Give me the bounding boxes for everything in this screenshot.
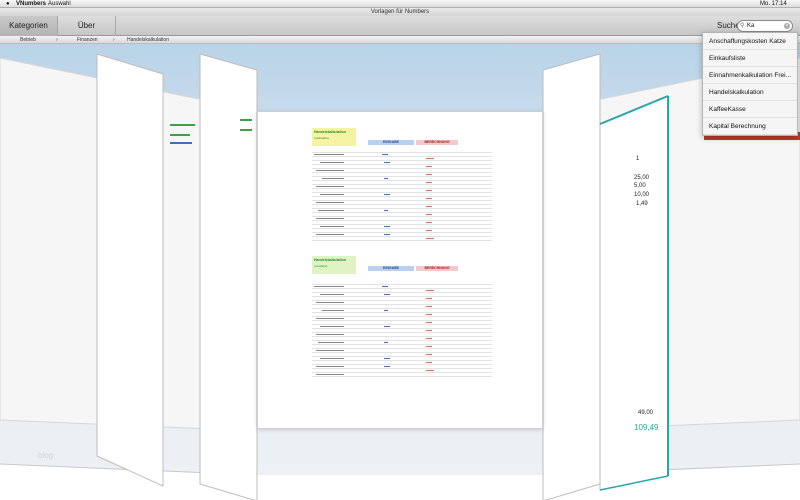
search-result-item[interactable]: Kapital Berechnung [703, 118, 797, 135]
table-rows-2 [312, 284, 492, 377]
search-result-item[interactable]: Einkaufsliste [703, 50, 797, 67]
breadcrumb-handelskalkulation[interactable]: Handelskalkulation [127, 36, 169, 44]
breadcrumb-finanzen[interactable]: Finanzen [77, 36, 98, 44]
title-box-1: Handelskalkulation (rückwärts) [312, 128, 356, 146]
subtitle-1: (rückwärts) [314, 136, 329, 140]
column-calc-header: BERECHNUNG [416, 140, 458, 145]
breadcrumb-separator: › [113, 37, 115, 43]
total-b: 109,49 [634, 423, 659, 432]
clock: Mo. 17:14 [760, 1, 787, 7]
menu-app-name[interactable]: VNumbers [16, 0, 46, 8]
table-rows-1 [312, 152, 492, 241]
value-2: 5,00 [634, 183, 646, 189]
breadcrumb-separator: › [56, 37, 58, 43]
search-result-item[interactable]: Einnahmenkalkulation Frei... [703, 67, 797, 84]
clear-search-icon[interactable]: × [784, 23, 790, 29]
search-value: Ka [747, 23, 755, 29]
value-3: 10,00 [634, 192, 650, 198]
value-1: 25,00 [634, 175, 650, 181]
menu-auswahl[interactable]: Auswahl [48, 0, 71, 8]
search-input[interactable]: ⚲ Ka × [737, 20, 793, 32]
search-result-item[interactable]: Handelskalkulation [703, 84, 797, 101]
apple-icon[interactable]: ● [6, 0, 10, 8]
menu-bar: ● VNumbers Auswahl Mo. 17:14 [0, 0, 800, 8]
breadcrumb: Betrieb › Finanzen › Handelskalkulation [0, 36, 800, 44]
value-4: 1,49 [636, 201, 648, 207]
search-result-item[interactable]: Anschaffungskosten Katze [703, 33, 797, 50]
center-template-preview[interactable]: Handelskalkulation (rückwärts) EINGABE B… [257, 111, 543, 429]
search-results-dropdown: Anschaffungskosten Katze Einkaufsliste E… [702, 32, 798, 136]
tab-categories[interactable]: Kategorien [0, 16, 58, 36]
column-input-header: EINGABE [368, 140, 414, 145]
title-2: Handelskalkulation [314, 258, 346, 262]
total-a: 49,00 [638, 410, 654, 416]
tab-about[interactable]: Über [58, 16, 116, 36]
search-result-item[interactable]: KaffeeKasse [703, 101, 797, 118]
subtitle-2: (vorwärts) [314, 264, 328, 268]
title-1: Handelskalkulation [314, 130, 346, 134]
title-box-2: Handelskalkulation (vorwärts) [312, 256, 356, 274]
window-title: Vorlagen für Numbers [0, 8, 800, 16]
breadcrumb-betrieb[interactable]: Betrieb [20, 36, 36, 44]
coverflow-page-left-2[interactable] [96, 53, 164, 487]
watermark: blog [38, 451, 54, 460]
column-calc-header-2: BERECHNUNG [416, 266, 458, 271]
column-input-header-2: EINGABE [368, 266, 414, 271]
toolbar: Kategorien Über Suche ⚲ Ka × [0, 16, 800, 36]
search-icon: ⚲ [740, 23, 745, 29]
coverflow-page-right-1[interactable] [542, 53, 601, 500]
count-value: 1 [636, 156, 640, 162]
